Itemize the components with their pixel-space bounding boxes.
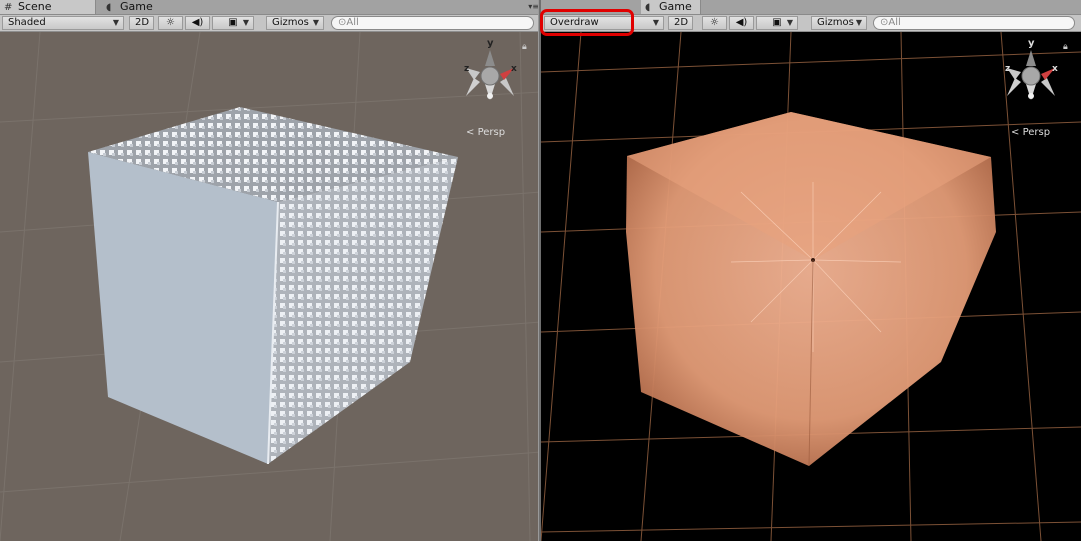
camera-projection-label[interactable]: < Persp	[1011, 127, 1050, 138]
gizmos-label: Gizmos	[817, 17, 854, 28]
game-panel: ◖ Game Overdraw ▼ 2D ☼ ◀) ▣ ▼ Gizmos ▼ ⊙All	[541, 0, 1081, 541]
gizmos-label: Gizmos	[272, 17, 309, 28]
cube-left-face	[88, 152, 278, 464]
persp-label: Persp	[477, 127, 506, 138]
audio-toggle-button[interactable]: ◀)	[729, 16, 754, 30]
chevron-down-icon: ▼	[312, 18, 319, 27]
scene-panel: # Scene ◖ Game ▾≡ Shaded ▼ 2D ☼ ◀) ▣ ▼ Gizmo…	[0, 0, 541, 541]
cube-object[interactable]	[88, 107, 458, 465]
chevron-down-icon: ▼	[652, 18, 659, 27]
axis-x-label: x	[511, 64, 517, 74]
gizmos-dropdown[interactable]: Gizmos ▼	[811, 16, 867, 30]
gizmos-dropdown[interactable]: Gizmos ▼	[266, 16, 324, 30]
sun-icon: ☼	[710, 17, 719, 28]
overdraw-highlight-box	[540, 9, 634, 36]
chevron-down-icon: ▼	[242, 18, 249, 27]
search-input[interactable]: ⊙All	[331, 16, 534, 30]
2d-label: 2D	[674, 17, 689, 28]
tab-scene[interactable]: # Scene	[0, 0, 96, 14]
chevron-down-icon: ▼	[786, 18, 793, 27]
search-placeholder: All	[888, 17, 901, 28]
pacman-icon: ◖	[106, 2, 112, 13]
tab-label: Scene	[18, 0, 52, 13]
draw-mode-label: Shaded	[8, 17, 46, 28]
chevron-down-icon: ▼	[855, 18, 862, 27]
search-input[interactable]: ⊙All	[873, 16, 1075, 30]
sun-icon: ☼	[166, 17, 175, 28]
effects-dropdown[interactable]: ▣ ▼	[756, 16, 798, 30]
2d-toggle-button[interactable]: 2D	[668, 16, 693, 30]
image-icon: ▣	[772, 17, 782, 28]
pacman-icon: ◖	[645, 2, 651, 13]
cube-overdraw[interactable]	[626, 112, 996, 467]
axis-z-label: z	[464, 64, 470, 74]
tab-game[interactable]: ◖ Game	[102, 0, 192, 14]
effects-dropdown[interactable]: ▣ ▼	[212, 16, 254, 30]
tab-label: Game	[120, 0, 153, 13]
tab-bar: # Scene ◖ Game ▾≡	[0, 0, 541, 15]
image-icon: ▣	[228, 17, 238, 28]
scene-toolbar: Shaded ▼ 2D ☼ ◀) ▣ ▼ Gizmos ▼ ⊙All	[0, 15, 541, 32]
lighting-toggle-button[interactable]: ☼	[702, 16, 727, 30]
lock-icon[interactable]: 🔒︎	[1063, 42, 1068, 52]
orientation-gizmo[interactable]: y x z	[460, 38, 520, 118]
grid-icon: #	[4, 2, 13, 13]
gizmo-icon	[466, 50, 514, 100]
search-placeholder: All	[346, 17, 359, 28]
2d-toggle-button[interactable]: 2D	[129, 16, 154, 30]
tab-game[interactable]: ◖ Game	[641, 0, 701, 14]
speaker-icon: ◀)	[191, 17, 204, 28]
lock-icon[interactable]: 🔒︎	[522, 42, 527, 52]
game-viewport[interactable]: y x z 🔒︎ < Persp	[541, 31, 1081, 541]
speaker-icon: ◀)	[735, 17, 748, 28]
chevron-left-icon: <	[1011, 127, 1020, 138]
chevron-down-icon: ▼	[112, 18, 119, 27]
orientation-gizmo[interactable]: y x z	[1001, 38, 1061, 118]
axis-z-label: z	[1005, 64, 1011, 74]
overdraw-render	[541, 31, 1081, 541]
axis-y-label: y	[487, 38, 494, 49]
axis-x-label: x	[1052, 64, 1058, 74]
persp-label: Persp	[1022, 127, 1051, 138]
chevron-left-icon: <	[466, 127, 475, 138]
camera-projection-label[interactable]: < Persp	[466, 127, 505, 138]
scene-viewport[interactable]: y x z 🔒︎ < Persp	[0, 31, 541, 541]
axis-y-label: y	[1028, 38, 1035, 49]
audio-toggle-button[interactable]: ◀)	[185, 16, 210, 30]
2d-label: 2D	[135, 17, 150, 28]
lighting-toggle-button[interactable]: ☼	[158, 16, 183, 30]
gizmo-icon	[1007, 50, 1055, 100]
tab-label: Game	[659, 0, 692, 13]
draw-mode-dropdown[interactable]: Shaded ▼	[2, 16, 124, 30]
